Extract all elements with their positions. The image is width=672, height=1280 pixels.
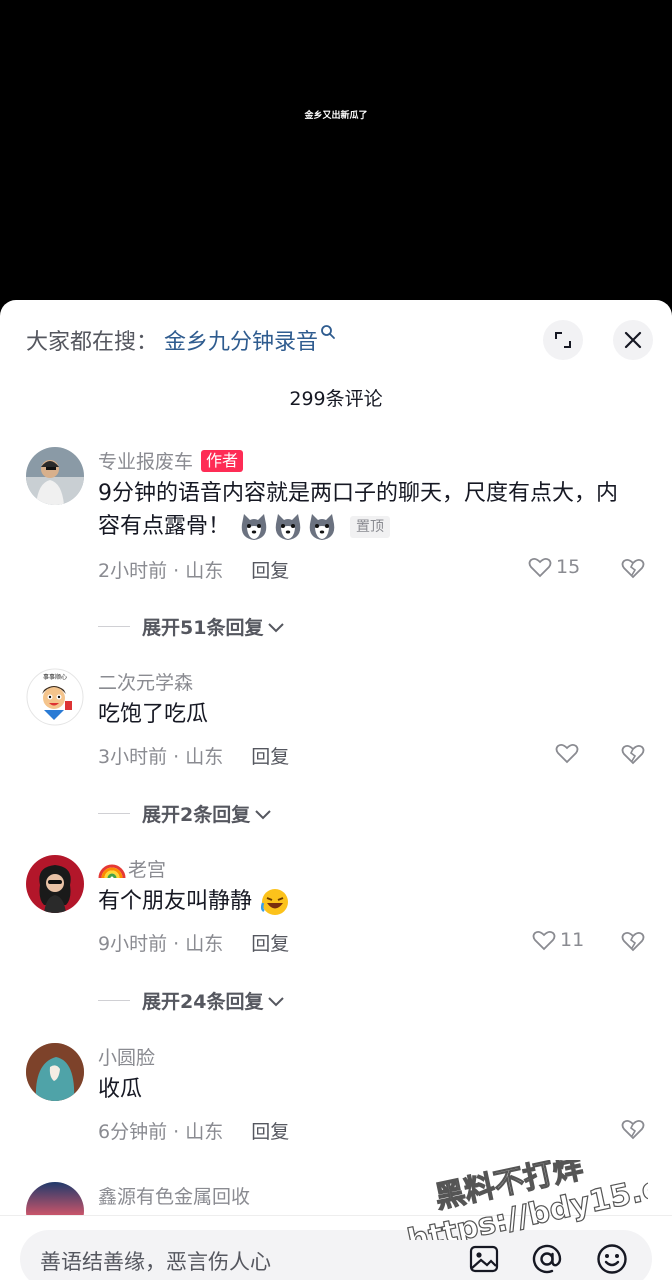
heart-icon [555, 743, 579, 764]
reply-button[interactable]: 回复 [251, 556, 289, 583]
reply-button[interactable]: 回复 [251, 1117, 289, 1144]
expand-replies-label: 展开51条回复 [142, 617, 264, 639]
chevron-down-icon [268, 996, 285, 1006]
husky-emoji-icon [241, 514, 267, 540]
comment-meta: 3小时前 · 山东 回复 [98, 742, 289, 769]
video-player[interactable]: 金乡又出新瓜了 [0, 0, 672, 300]
emoji-icon[interactable] [595, 1242, 629, 1276]
comment-time-location: 2小时前 · 山东 [98, 560, 224, 582]
comment-body: 收瓜 [98, 1077, 143, 1102]
chevron-down-icon [268, 622, 285, 632]
heart-icon [532, 930, 556, 951]
trending-search-term[interactable]: 金乡九分钟录音 [164, 324, 318, 356]
avatar[interactable] [26, 447, 84, 505]
avatar[interactable] [26, 1043, 84, 1101]
comment-input-bar: 善语结善缘，恶言伤人心 [0, 1215, 672, 1280]
username-text: 小圆脸 [98, 1047, 156, 1069]
like-button[interactable] [555, 742, 579, 764]
reply-button[interactable]: 回复 [251, 742, 289, 769]
husky-emoji-icon [275, 514, 301, 540]
reply-button[interactable]: 回复 [251, 929, 289, 956]
divider-line [98, 813, 130, 814]
username-text: 二次元学森 [98, 672, 194, 694]
dislike-heart-icon[interactable] [621, 930, 645, 952]
comment-sheet: 大家都在搜： 金乡九分钟录音 299条评论 专业报废车 作者 9分钟的语音内容就… [0, 300, 672, 1280]
comment-input[interactable]: 善语结善缘，恶言伤人心 [20, 1230, 652, 1280]
comment-input-placeholder: 善语结善缘，恶言伤人心 [40, 1250, 271, 1274]
close-button[interactable] [613, 320, 653, 360]
comment-text: 收瓜 [98, 1073, 638, 1106]
close-icon [624, 331, 642, 349]
dislike-heart-icon[interactable] [621, 1118, 645, 1140]
comment-username[interactable]: 二次元学森 [98, 668, 193, 695]
expand-icon [555, 332, 571, 348]
comment-username[interactable]: 鑫源有色金属回收 [98, 1182, 250, 1209]
husky-emoji-icon [309, 514, 335, 540]
trending-search-prefix: 大家都在搜： [26, 330, 159, 355]
pinned-badge: 置顶 [350, 516, 391, 538]
username-text: 鑫源有色金属回收 [98, 1186, 251, 1208]
expand-replies-label: 展开2条回复 [142, 804, 251, 826]
like-count: 11 [560, 929, 585, 951]
dislike-heart-icon[interactable] [621, 557, 645, 579]
expand-replies-button[interactable]: 展开51条回复 [98, 613, 285, 640]
comment-count: 299条评论 [289, 388, 383, 410]
heart-icon [528, 557, 552, 578]
comment-time-location: 3小时前 · 山东 [98, 746, 224, 768]
username-text: 老宫 [128, 859, 167, 881]
like-button[interactable]: 11 [532, 929, 584, 951]
divider-line [98, 626, 130, 627]
avatar-caption: 事事顺心 [43, 673, 67, 681]
username-text: 专业报废车 [98, 451, 194, 473]
comment-meta: 6分钟前 · 山东 回复 [98, 1117, 289, 1144]
comment-meta: 2小时前 · 山东 回复 [98, 556, 289, 583]
avatar[interactable]: 事事顺心 [26, 668, 84, 726]
comment-text: 有个朋友叫静静 [98, 885, 638, 918]
comment-text: 吃饱了吃瓜 [98, 698, 638, 731]
comment-time-location: 9小时前 · 山东 [98, 933, 224, 955]
chevron-down-icon [255, 809, 271, 819]
expand-replies-label: 展开24条回复 [142, 991, 264, 1013]
comment-time-location: 6分钟前 · 山东 [98, 1121, 224, 1143]
expand-replies-button[interactable]: 展开2条回复 [98, 800, 272, 827]
expand-replies-button[interactable]: 展开24条回复 [98, 987, 285, 1014]
comment-body: 有个朋友叫静静 [98, 889, 253, 914]
comment-username[interactable]: 专业报废车 作者 [98, 447, 244, 474]
comment-meta: 9小时前 · 山东 回复 [98, 929, 289, 956]
comment-username[interactable]: 小圆脸 [98, 1043, 155, 1070]
video-caption: 金乡又出新瓜了 [304, 111, 368, 121]
like-button[interactable]: 15 [528, 556, 580, 578]
avatar[interactable] [26, 855, 84, 913]
comment-username[interactable]: 老宫 [98, 855, 166, 882]
search-icon [321, 325, 335, 339]
laughing-emoji-icon [260, 889, 289, 915]
comment-text: 9分钟的语音内容就是两口子的聊天，尺度有点大，内容有点露骨！ 置顶 [98, 477, 638, 543]
expand-button[interactable] [543, 320, 583, 360]
rainbow-emoji-icon [98, 864, 126, 878]
divider-line [98, 1000, 130, 1001]
mention-icon[interactable] [530, 1242, 564, 1276]
trending-search[interactable]: 大家都在搜： 金乡九分钟录音 [26, 322, 336, 358]
image-icon[interactable] [467, 1242, 501, 1276]
like-count: 15 [556, 556, 581, 578]
dislike-heart-icon[interactable] [621, 743, 645, 765]
author-badge: 作者 [201, 449, 244, 472]
comment-body: 吃饱了吃瓜 [98, 702, 209, 727]
